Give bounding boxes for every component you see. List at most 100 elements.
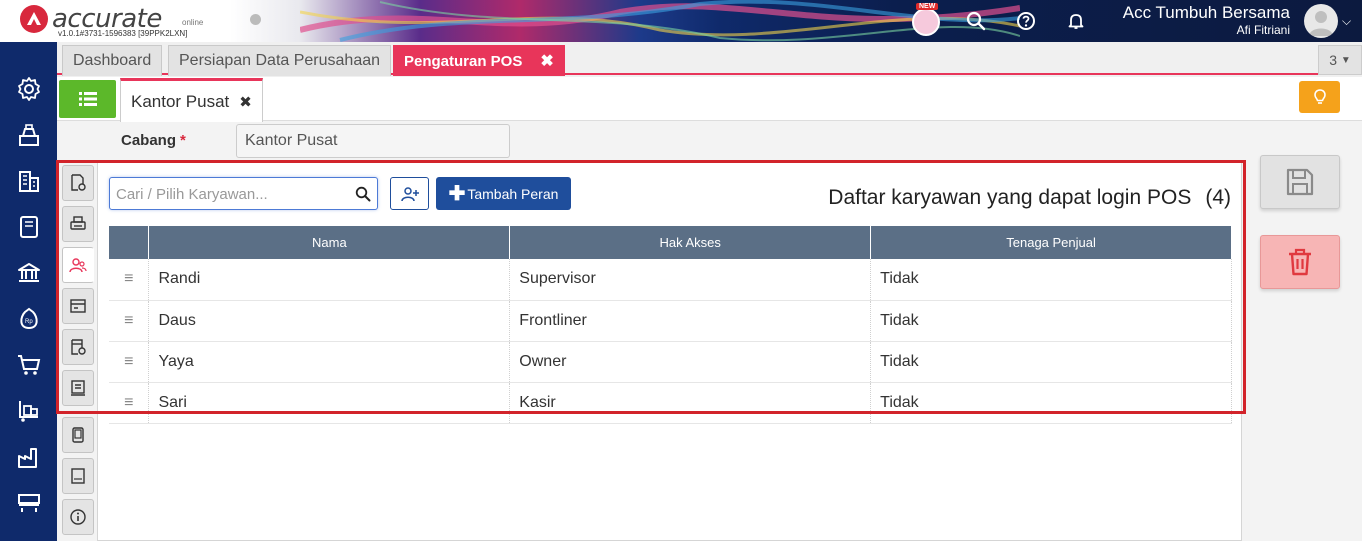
document-tabs: Dashboard Persiapan Data Perusahaan Peng… (57, 42, 1362, 76)
factory-icon[interactable] (14, 442, 44, 472)
new-badge: NEW (916, 3, 939, 10)
trolley-icon[interactable] (14, 396, 44, 426)
device-icon (72, 427, 84, 443)
drag-handle-icon[interactable]: ≡ (109, 300, 150, 342)
close-icon[interactable]: ✖ (540, 51, 553, 71)
subtab-kantor-pusat[interactable]: Kantor Pusat ✖ (120, 78, 263, 122)
warehouse-icon[interactable] (14, 488, 44, 518)
receipt-icon (71, 380, 85, 396)
printer-icon (70, 216, 86, 230)
tab-dashboard[interactable]: Dashboard (62, 45, 163, 76)
vtab-device[interactable] (62, 417, 94, 453)
help-icon (1017, 12, 1035, 30)
ledger-icon[interactable] (14, 212, 44, 242)
vtab-employees[interactable] (62, 247, 94, 283)
svg-text:Rp: Rp (25, 319, 33, 325)
sub-toolbar: Kantor Pusat ✖ (57, 77, 1362, 122)
bell-icon (1068, 14, 1084, 29)
vtab-receipt[interactable] (62, 370, 94, 406)
tab-persiapan-data[interactable]: Persiapan Data Perusahaan (168, 45, 392, 76)
table-row[interactable]: ≡ Randi Supervisor Tidak (109, 259, 1232, 301)
top-icons: NEW (908, 3, 1108, 39)
employee-search[interactable] (109, 177, 378, 210)
employee-panel: ✚ Tambah Peran Daftar karyawan yang dapa… (97, 162, 1242, 541)
employee-search-input[interactable] (116, 184, 346, 204)
new-feature-button[interactable]: NEW (908, 3, 944, 39)
store-settings-icon (71, 339, 86, 355)
trash-icon (1289, 248, 1311, 276)
tab-count-button[interactable]: 3 ▼ (1318, 45, 1362, 75)
save-button[interactable] (1260, 155, 1340, 209)
cell-hak-akses: Owner (509, 341, 872, 383)
vtab-document[interactable] (62, 165, 94, 201)
cell-hak-akses: Supervisor (509, 259, 872, 301)
cash-register-icon[interactable] (14, 120, 44, 150)
lightbulb-icon (1313, 89, 1326, 104)
cell-tenaga-penjual: Tidak (870, 382, 1232, 424)
tab-pengaturan-pos[interactable]: Pengaturan POS ✖ (393, 45, 565, 76)
cell-nama: Daus (148, 300, 511, 342)
settings-icon[interactable] (14, 74, 44, 104)
table-row[interactable]: ≡ Daus Frontliner Tidak (109, 300, 1232, 342)
search-icon[interactable] (355, 186, 371, 202)
employee-list-title: Daftar karyawan yang dapat login POS (4) (828, 186, 1231, 209)
drag-handle-icon[interactable]: ≡ (109, 382, 150, 424)
drag-column-header (109, 226, 150, 259)
cell-tenaga-penjual: Tidak (870, 341, 1232, 383)
employee-table: Nama Hak Akses Tenaga Penjual ≡ Randi Su… (109, 226, 1232, 424)
search-button[interactable] (958, 3, 994, 39)
user-plus-icon (400, 186, 419, 201)
cabang-field[interactable]: Kantor Pusat (236, 124, 510, 158)
close-icon[interactable]: ✖ (239, 93, 252, 111)
column-header-hak-akses[interactable]: Hak Akses (509, 226, 872, 259)
table-header-row: Nama Hak Akses Tenaga Penjual (109, 226, 1232, 259)
delete-button[interactable] (1260, 235, 1340, 289)
money-bag-icon[interactable]: Rp (14, 304, 44, 334)
employee-count: (4) (1205, 186, 1231, 209)
drag-handle-icon[interactable]: ≡ (109, 341, 150, 383)
notification-button[interactable] (1058, 3, 1094, 39)
decoration-dot (250, 14, 261, 25)
add-employee-button[interactable] (390, 177, 429, 210)
cart-icon[interactable] (14, 350, 44, 380)
accurate-logo-icon (20, 5, 48, 33)
cell-hak-akses: Kasir (509, 382, 872, 424)
table-row[interactable]: ≡ Sari Kasir Tidak (109, 382, 1232, 424)
top-bar: accurate online v1.0.1#3731-1596383 [39P… (0, 0, 1362, 42)
help-button[interactable] (1008, 3, 1044, 39)
table-row[interactable]: ≡ Yaya Owner Tidak (109, 341, 1232, 383)
vtab-printer[interactable] (62, 206, 94, 242)
building-icon[interactable] (14, 166, 44, 196)
user-avatar-icon (1309, 11, 1333, 36)
cell-nama: Randi (148, 259, 511, 301)
drag-handle-icon[interactable]: ≡ (109, 259, 150, 301)
chevron-down-icon[interactable]: ⌵ (1342, 14, 1351, 29)
tab-label: Pengaturan POS (404, 52, 523, 70)
avatar[interactable] (1304, 4, 1338, 38)
save-icon (1286, 168, 1314, 196)
add-role-button[interactable]: ✚ Tambah Peran (436, 177, 571, 210)
main-content: Kantor Pusat ✖ Cabang * Kantor Pusat Car… (57, 77, 1362, 541)
tips-button[interactable] (1299, 81, 1340, 113)
bank-icon[interactable] (14, 258, 44, 288)
company-info[interactable]: Acc Tumbuh Bersama Afi Fitriani (1090, 3, 1290, 37)
cell-hak-akses: Frontliner (509, 300, 872, 342)
users-icon (69, 258, 87, 273)
vtab-barcode[interactable] (62, 458, 94, 494)
search-icon (966, 11, 986, 31)
vtab-store[interactable] (62, 329, 94, 365)
plus-icon: ✚ (448, 182, 466, 205)
vtab-card[interactable] (62, 288, 94, 324)
cell-nama: Yaya (148, 341, 511, 383)
cell-tenaga-penjual: Tidak (870, 300, 1232, 342)
tab-label: Persiapan Data Perusahaan (179, 52, 381, 69)
info-icon (70, 509, 86, 525)
column-header-nama[interactable]: Nama (148, 226, 511, 259)
column-header-tenaga-penjual[interactable]: Tenaga Penjual (870, 226, 1232, 259)
vtab-info[interactable] (62, 499, 94, 535)
main-sidebar: Rp (0, 42, 57, 541)
list-view-button[interactable] (59, 80, 116, 118)
barcode-icon (71, 468, 85, 484)
tab-label: Dashboard (73, 52, 152, 69)
document-settings-icon (71, 174, 86, 191)
